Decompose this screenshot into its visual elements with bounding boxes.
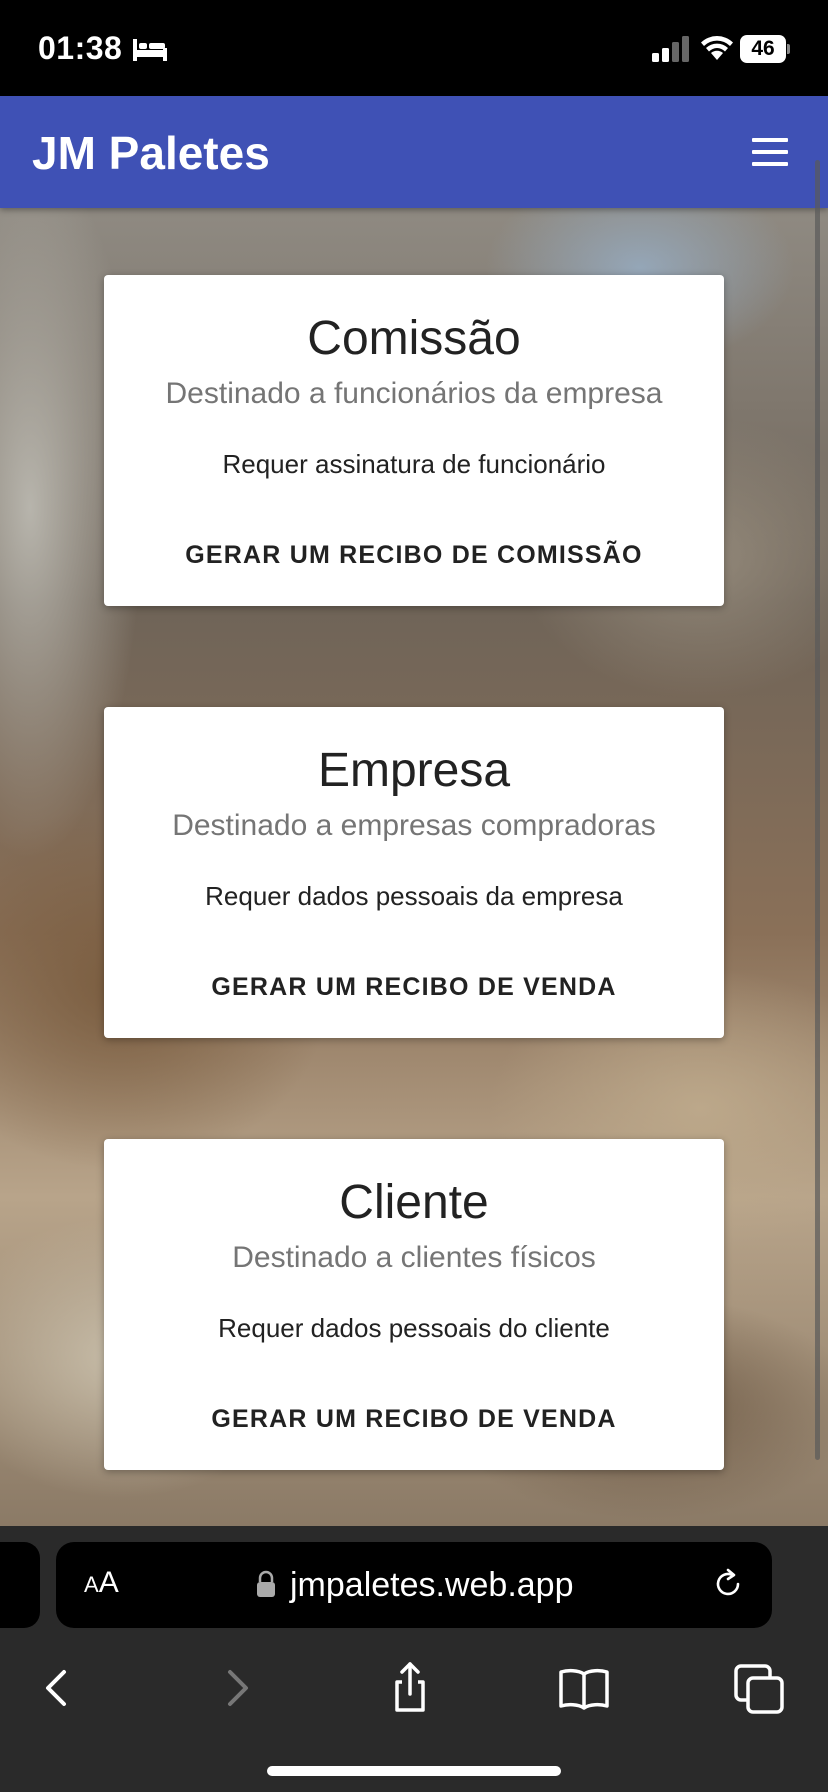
previous-tab-preview[interactable] <box>0 1542 40 1628</box>
card-title: Comissão <box>307 312 521 365</box>
lock-icon <box>257 1570 275 1597</box>
signal-icon <box>652 36 689 62</box>
card-comissao: Comissão Destinado a funcionários da emp… <box>104 275 724 606</box>
tabs-icon[interactable] <box>730 1658 790 1718</box>
menu-line <box>752 138 788 142</box>
card-text: Requer dados pessoais da empresa <box>205 881 623 911</box>
share-icon[interactable] <box>380 1658 440 1718</box>
address-bar[interactable]: AA jmpaletes.web.app <box>56 1542 772 1628</box>
status-bar: 01:38 46 <box>0 0 828 96</box>
card-title: Cliente <box>339 1176 489 1229</box>
battery-tip <box>787 44 790 54</box>
bed-icon <box>133 39 167 61</box>
card-text: Requer assinatura de funcionário <box>222 449 606 479</box>
browser-url-area: AA jmpaletes.web.app <box>0 1526 828 1630</box>
main-content: Comissão Destinado a funcionários da emp… <box>0 208 828 1526</box>
card-empresa: Empresa Destinado a empresas compradoras… <box>104 707 724 1038</box>
battery-level: 46 <box>740 35 786 63</box>
url-text[interactable]: jmpaletes.web.app <box>290 1566 574 1605</box>
battery-icon: 46 <box>740 35 790 63</box>
generate-client-sale-receipt-button[interactable]: GERAR UM RECIBO DE VENDA <box>124 1389 704 1449</box>
reload-icon[interactable] <box>710 1566 746 1602</box>
bookmarks-icon[interactable] <box>554 1658 614 1718</box>
page-settings-button[interactable]: AA <box>84 1566 119 1600</box>
menu-line <box>752 162 788 166</box>
scrollbar[interactable] <box>815 160 820 1460</box>
card-title: Empresa <box>317 744 511 797</box>
status-time: 01:38 <box>38 30 123 66</box>
home-indicator <box>267 1766 561 1776</box>
back-icon[interactable] <box>28 1658 88 1718</box>
menu-line <box>752 150 788 154</box>
card-subtitle: Destinado a clientes físicos <box>232 1241 596 1274</box>
wifi-icon <box>701 36 733 60</box>
generate-commission-receipt-button[interactable]: GERAR UM RECIBO DE COMISSÃO <box>124 525 704 585</box>
card-text: Requer dados pessoais do cliente <box>218 1313 610 1343</box>
generate-company-sale-receipt-button[interactable]: GERAR UM RECIBO DE VENDA <box>124 957 704 1017</box>
forward-icon[interactable] <box>206 1658 266 1718</box>
card-subtitle: Destinado a funcionários da empresa <box>165 377 663 410</box>
card-subtitle: Destinado a empresas compradoras <box>172 809 656 842</box>
app-header: JM Paletes <box>0 96 828 208</box>
app-title[interactable]: JM Paletes <box>32 126 270 180</box>
browser-toolbar <box>0 1630 828 1792</box>
hamburger-menu-icon[interactable] <box>740 128 796 176</box>
card-cliente: Cliente Destinado a clientes físicos Req… <box>104 1139 724 1470</box>
